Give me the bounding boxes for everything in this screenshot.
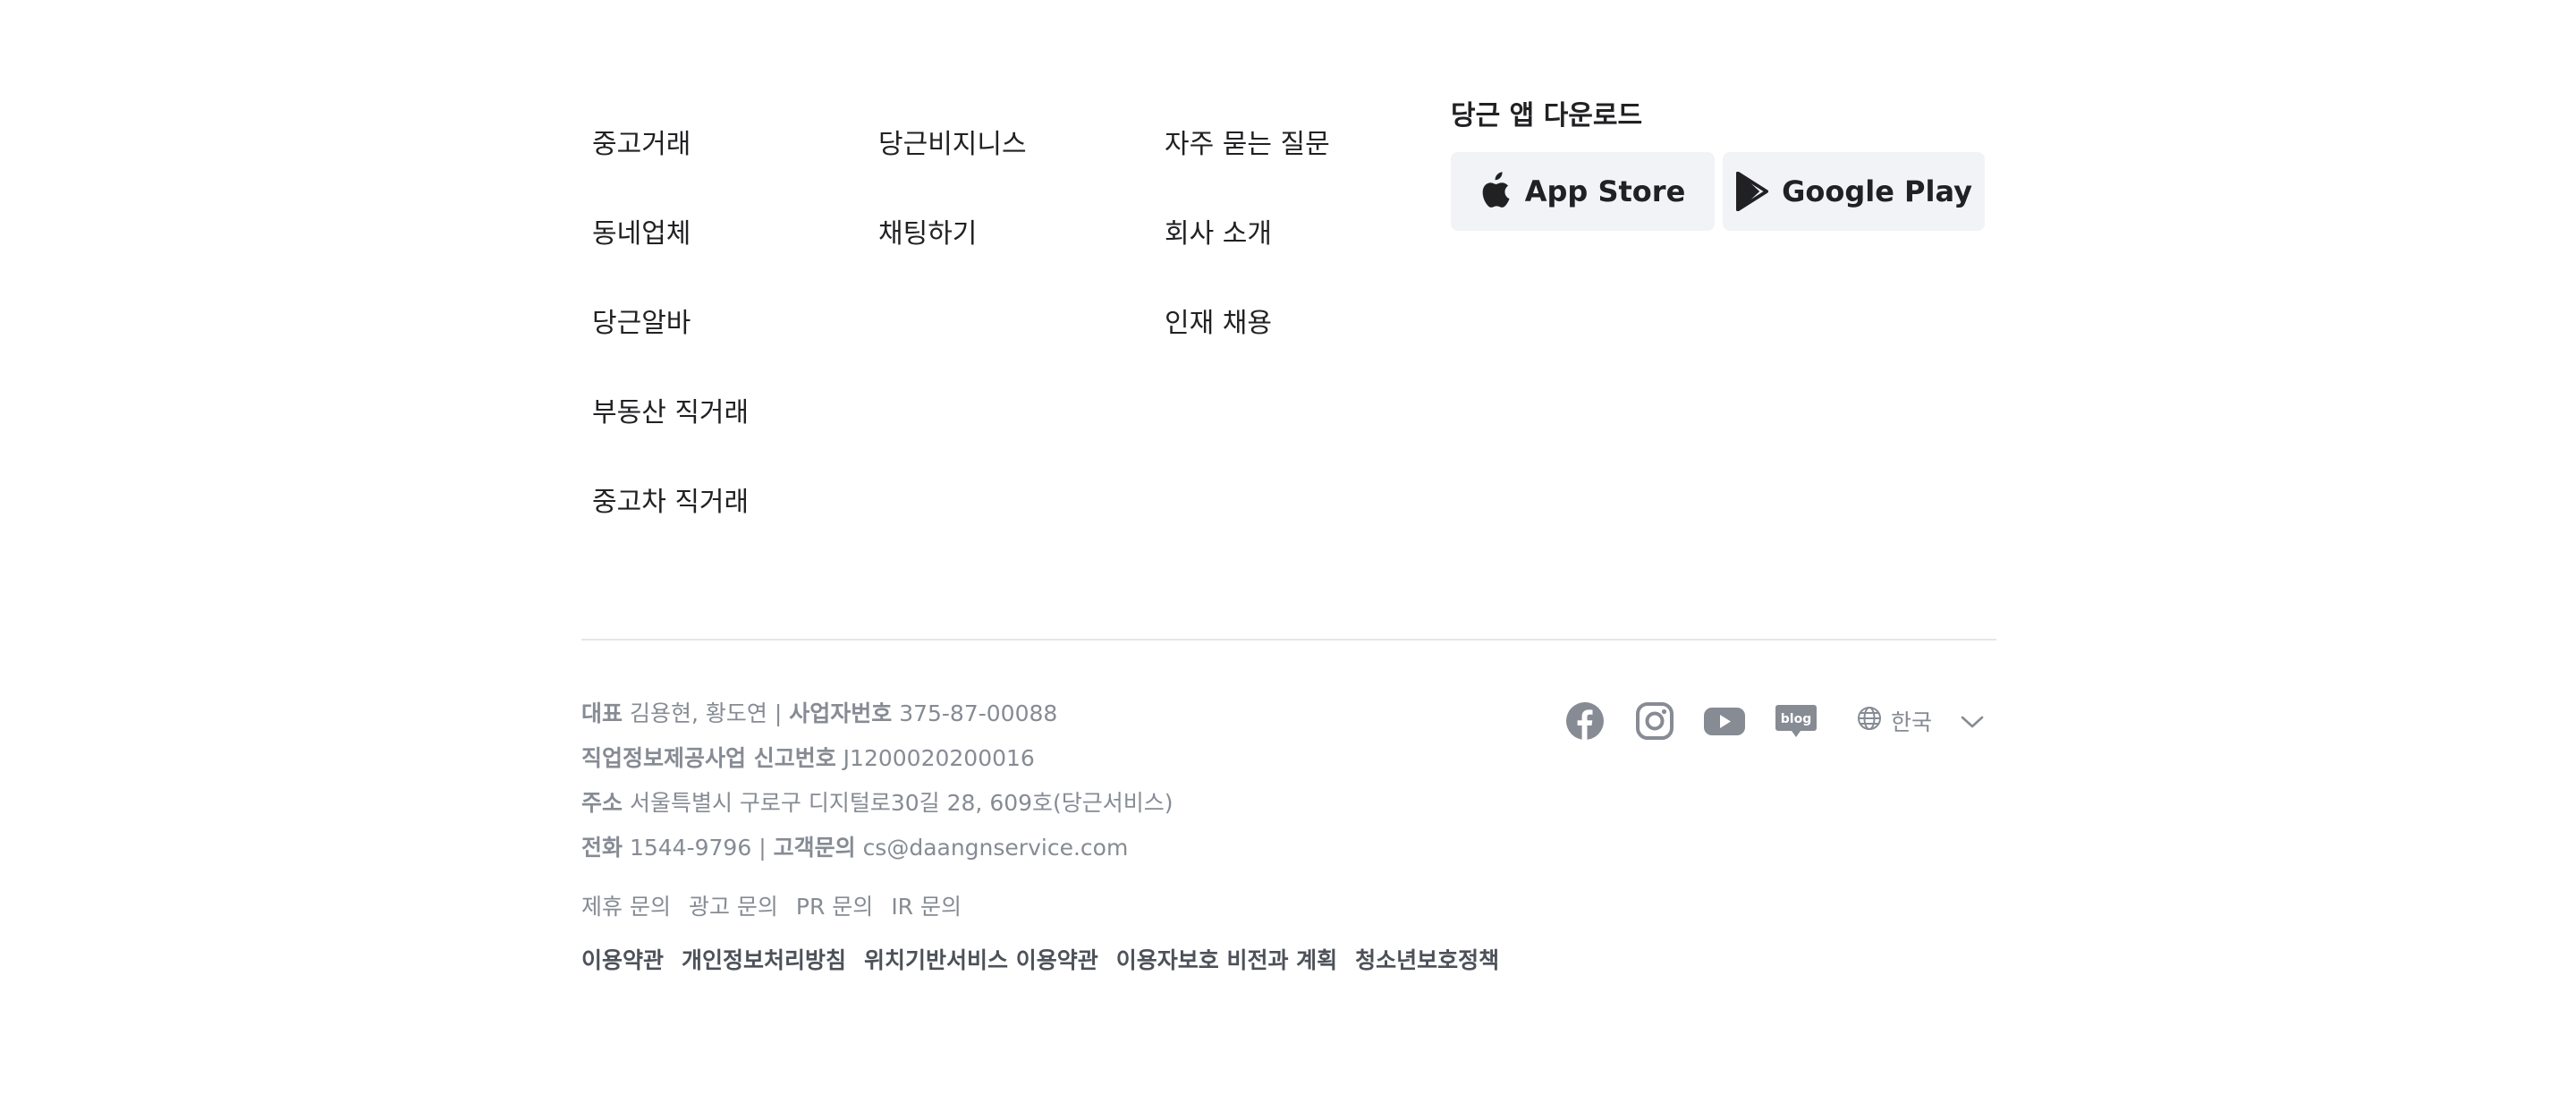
footer-nav-column-business: 당근비지니스 채팅하기 xyxy=(878,115,1027,293)
separator: | xyxy=(758,835,767,861)
phone-value: 1544-9796 xyxy=(629,835,752,861)
customer-inquiry-email: cs@daangnservice.com xyxy=(862,835,1129,861)
address-label: 주소 xyxy=(581,790,623,816)
company-info-row-representative: 대표 김용현, 황도연 | 사업자번호 375-87-00088 xyxy=(581,696,1174,741)
job-reg-value: J1200020200016 xyxy=(843,745,1035,771)
nav-link-about[interactable]: 회사 소개 xyxy=(1165,204,1330,293)
chevron-down-icon xyxy=(1961,708,1984,734)
instagram-icon[interactable] xyxy=(1635,701,1674,741)
address-value: 서울특별시 구로구 디지털로30길 28, 609호(당근서비스) xyxy=(629,790,1174,816)
blog-icon[interactable]: blog xyxy=(1775,701,1818,742)
site-footer: 중고거래 동네업체 당근알바 부동산 직거래 중고차 직거래 당근비지니스 채팅… xyxy=(0,0,2576,1120)
company-info-row-job-registration: 직업정보제공사업 신고번호 J1200020200016 xyxy=(581,741,1174,785)
location-terms-link[interactable]: 위치기반서비스 이용약관 xyxy=(864,943,1098,975)
apple-icon xyxy=(1480,172,1513,211)
company-info-row-address: 주소 서울특별시 구로구 디지털로30길 28, 609호(당근서비스) xyxy=(581,785,1174,830)
footer-nav-column-services: 중고거래 동네업체 당근알바 부동산 직거래 중고차 직거래 xyxy=(592,115,749,562)
terms-link[interactable]: 이용약관 xyxy=(581,943,664,975)
pr-inquiry-link[interactable]: PR 문의 xyxy=(796,889,873,921)
language-label: 한국 xyxy=(1891,709,1933,735)
rep-label: 대표 xyxy=(581,700,623,726)
nav-link-real-estate[interactable]: 부동산 직거래 xyxy=(592,383,749,472)
nav-link-chat[interactable]: 채팅하기 xyxy=(878,204,1027,293)
nav-link-part-time-jobs[interactable]: 당근알바 xyxy=(592,293,749,383)
phone-label: 전화 xyxy=(581,835,623,861)
job-reg-label: 직업정보제공사업 신고번호 xyxy=(581,745,836,771)
app-store-label: App Store xyxy=(1524,174,1686,208)
nav-link-faq[interactable]: 자주 묻는 질문 xyxy=(1165,115,1330,204)
inquiry-links: 제휴 문의 광고 문의 PR 문의 IR 문의 xyxy=(581,889,962,921)
facebook-icon[interactable] xyxy=(1565,701,1605,741)
app-store-button[interactable]: App Store xyxy=(1451,152,1715,231)
policy-links: 이용약관 개인정보처리방침 위치기반서비스 이용약관 이용자보호 비전과 계획 … xyxy=(581,943,1499,975)
google-play-button[interactable]: Google Play xyxy=(1723,152,1985,231)
separator: | xyxy=(774,700,783,726)
biz-number-value: 375-87-00088 xyxy=(899,700,1058,726)
app-download-title: 당근 앱 다운로드 xyxy=(1451,100,1643,132)
nav-link-careers[interactable]: 인재 채용 xyxy=(1165,293,1330,383)
nav-link-used-cars[interactable]: 중고차 직거래 xyxy=(592,472,749,562)
ad-inquiry-link[interactable]: 광고 문의 xyxy=(689,889,778,921)
nav-link-business[interactable]: 당근비지니스 xyxy=(878,115,1027,204)
ir-inquiry-link[interactable]: IR 문의 xyxy=(891,889,962,921)
nav-link-used-trade[interactable]: 중고거래 xyxy=(592,115,749,204)
user-protection-link[interactable]: 이용자보호 비전과 계획 xyxy=(1116,943,1337,975)
company-info: 대표 김용현, 황도연 | 사업자번호 375-87-00088 직업정보제공사… xyxy=(581,696,1174,875)
footer-nav-column-company: 자주 묻는 질문 회사 소개 인재 채용 xyxy=(1165,115,1330,383)
youth-protection-link[interactable]: 청소년보호정책 xyxy=(1355,943,1499,975)
blog-icon-text: blog xyxy=(1781,712,1811,726)
footer-divider xyxy=(581,639,1996,641)
globe-icon xyxy=(1857,706,1882,736)
google-play-icon xyxy=(1735,172,1769,211)
nav-link-local-business[interactable]: 동네업체 xyxy=(592,204,749,293)
rep-value: 김용현, 황도연 xyxy=(629,700,767,726)
youtube-icon[interactable] xyxy=(1703,701,1746,741)
biz-number-label: 사업자번호 xyxy=(789,700,893,726)
language-selector[interactable]: 한국 xyxy=(1857,703,1984,739)
google-play-label: Google Play xyxy=(1782,174,1972,208)
company-info-row-contact: 전화 1544-9796 | 고객문의 cs@daangnservice.com xyxy=(581,830,1174,875)
customer-inquiry-label: 고객문의 xyxy=(773,835,856,861)
privacy-policy-link[interactable]: 개인정보처리방침 xyxy=(682,943,846,975)
partnership-inquiry-link[interactable]: 제휴 문의 xyxy=(581,889,671,921)
